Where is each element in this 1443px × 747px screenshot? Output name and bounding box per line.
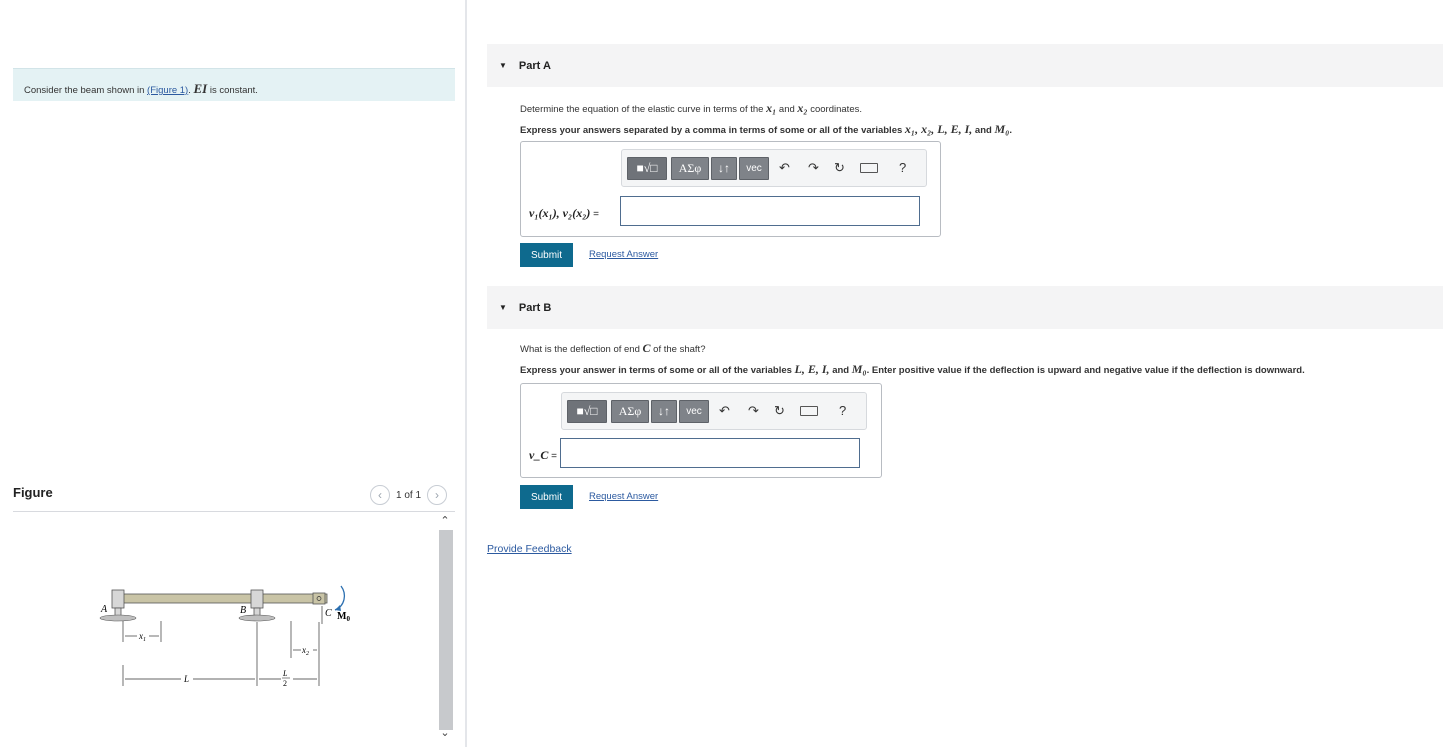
problem-text: Consider the beam shown in — [24, 85, 148, 96]
arrows-button[interactable]: ↓↑ — [711, 157, 737, 180]
help-button[interactable]: ? — [839, 403, 846, 418]
figure-divider — [13, 511, 455, 512]
right-panel: ▼ Part A Determine the equation of the e… — [467, 0, 1443, 747]
template-button[interactable]: ■√□ — [627, 157, 667, 180]
part-b-var-label: v_C = — [529, 448, 557, 462]
caret-down-icon[interactable]: ▼ — [499, 303, 507, 312]
label-c: C — [325, 608, 332, 619]
figure-title: Figure — [13, 485, 53, 500]
label-b: B — [240, 605, 246, 616]
scroll-up-icon[interactable]: ⌃ — [437, 514, 453, 530]
figure-scrollbar[interactable]: ⌃ ⌄ — [437, 512, 453, 747]
redo-icon[interactable]: ↷ — [808, 160, 819, 176]
beam-figure: A B C M0 x1 x2 L L 2 — [99, 585, 350, 688]
pager-count: 1 of 1 — [396, 489, 422, 501]
part-a-answer-box: ■√□ ΑΣφ ↓↑ vec ↶ ↷ ↻ ? v₁(x₁), v₂(x₂) = — [520, 141, 941, 237]
keyboard-icon[interactable] — [800, 406, 818, 416]
help-button[interactable]: ? — [899, 160, 906, 175]
label-x1: x1 — [138, 631, 146, 643]
part-a-header[interactable]: ▼ Part A — [487, 44, 1443, 87]
arrows-button[interactable]: ↓↑ — [651, 400, 677, 423]
label-x2: x2 — [301, 645, 309, 657]
part-a-question: Determine the equation of the elastic cu… — [520, 101, 862, 115]
support-a — [99, 614, 137, 622]
keyboard-icon[interactable] — [860, 163, 878, 173]
part-a-toolbar: ■√□ ΑΣφ ↓↑ vec ↶ ↷ ↻ ? — [621, 149, 927, 187]
vec-button[interactable]: vec — [739, 157, 769, 180]
part-b-instructions: Express your answer in terms of some or … — [520, 362, 1305, 376]
part-b-header[interactable]: ▼ Part B — [487, 286, 1443, 329]
beam-shaft — [116, 593, 328, 604]
label-half-num: L — [282, 669, 288, 678]
label-l: L — [183, 674, 189, 684]
part-a-label: Part A — [518, 59, 551, 72]
part-a-answer-input[interactable] — [620, 196, 920, 226]
scroll-thumb[interactable] — [439, 530, 453, 730]
greek-button[interactable]: ΑΣφ — [611, 400, 649, 423]
part-a-instructions: Express your answers separated by a comm… — [520, 122, 1012, 136]
label-a: A — [100, 604, 108, 615]
redo-icon[interactable]: ↷ — [748, 403, 759, 419]
figure-link[interactable]: (Figure 1) — [147, 85, 188, 96]
undo-icon[interactable]: ↶ — [779, 160, 790, 176]
left-panel: Consider the beam shown in (Figure 1). E… — [0, 0, 465, 747]
part-b-toolbar: ■√□ ΑΣφ ↓↑ vec ↶ ↷ ↻ ? — [561, 392, 867, 430]
part-b-question: What is the deflection of end C of the s… — [520, 341, 706, 355]
greek-button[interactable]: ΑΣφ — [671, 157, 709, 180]
part-a-var-label: v₁(x₁), v₂(x₂) = — [529, 206, 599, 220]
part-b-answer-input[interactable] — [560, 438, 860, 468]
ei-symbol: EI — [193, 81, 208, 96]
chevron-right-icon[interactable]: › — [427, 485, 448, 505]
reset-icon[interactable]: ↻ — [834, 160, 845, 176]
template-button[interactable]: ■√□ — [567, 400, 607, 423]
reset-icon[interactable]: ↻ — [774, 403, 785, 419]
problem-text-end: is constant. — [207, 85, 258, 96]
part-a-submit-button[interactable]: Submit — [520, 243, 573, 267]
beam-end — [312, 592, 326, 605]
undo-icon[interactable]: ↶ — [719, 403, 730, 419]
part-b-request-answer[interactable]: Request Answer — [589, 491, 658, 502]
chevron-left-icon[interactable]: ‹ — [370, 485, 390, 505]
figure-pager: ‹ 1 of 1 › — [370, 485, 448, 505]
vec-button[interactable]: vec — [679, 400, 709, 423]
part-a-request-answer[interactable]: Request Answer — [589, 249, 658, 260]
problem-statement: Consider the beam shown in (Figure 1). E… — [13, 68, 455, 101]
part-b-submit-button[interactable]: Submit — [520, 485, 573, 509]
label-m0: M0 — [337, 611, 350, 623]
scroll-down-icon[interactable]: ⌄ — [437, 726, 453, 742]
provide-feedback-link[interactable]: Provide Feedback — [487, 543, 572, 555]
label-half-den: 2 — [283, 679, 287, 688]
part-b-answer-box: ■√□ ΑΣφ ↓↑ vec ↶ ↷ ↻ ? v_C = — [520, 383, 882, 478]
part-b-label: Part B — [518, 301, 552, 314]
caret-down-icon[interactable]: ▼ — [499, 61, 507, 70]
